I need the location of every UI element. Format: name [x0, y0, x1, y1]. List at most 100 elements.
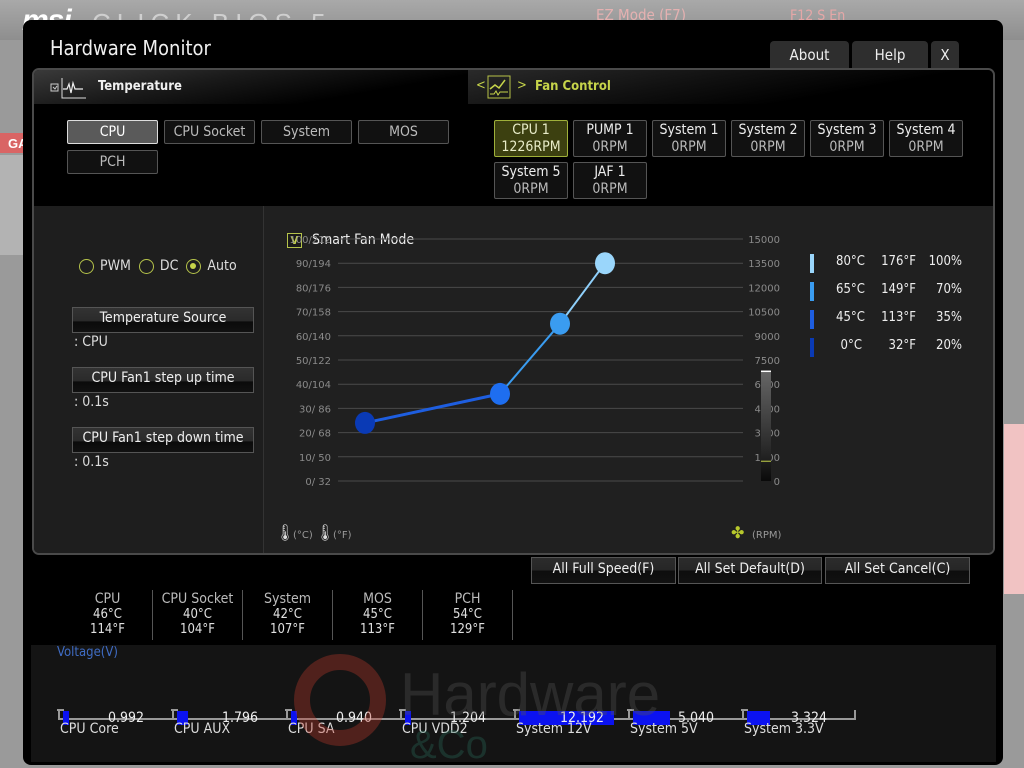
step-down-time-value: : 0.1s — [74, 454, 109, 470]
voltage-name: CPU Core — [60, 721, 119, 737]
window-title: Hardware Monitor — [50, 36, 211, 60]
fan-name: System 3 — [817, 122, 877, 138]
fan-name: System 5 — [501, 164, 561, 180]
all-set-cancel-button[interactable]: All Set Cancel(C) — [825, 557, 970, 584]
temp-source-system[interactable]: System — [261, 120, 352, 144]
fan-curve-chart-area: V Smart Fan Mode 0/ 32010/ 50150020/ 683… — [265, 206, 993, 555]
temp-fahrenheit: 114°F — [90, 622, 125, 637]
temp-celsius: 54°C — [453, 607, 482, 622]
temp-source-cpu-socket[interactable]: CPU Socket — [164, 120, 255, 144]
temp-readout-cpu: CPU 46°C 114°F — [63, 590, 153, 640]
voltage-item: 1.204 CPU VDD2 — [399, 702, 514, 746]
y-tick-label-left: 50/122 — [296, 356, 331, 367]
fan-name: JAF 1 — [594, 164, 626, 180]
temperature-source-button[interactable]: Temperature Source — [72, 307, 254, 333]
fan-button-jaf1[interactable]: JAF 1 0RPM — [573, 162, 647, 199]
fan-rpm: 0RPM — [592, 139, 628, 155]
temp-name: CPU Socket — [161, 591, 234, 607]
y-tick-label-right: 13500 — [748, 259, 780, 270]
legend-fahrenheit: 149°F — [881, 282, 916, 297]
step-down-time-button[interactable]: CPU Fan1 step down time — [72, 427, 254, 453]
fan-button-system5[interactable]: System 5 0RPM — [494, 162, 568, 199]
step-up-time-button[interactable]: CPU Fan1 step up time — [72, 367, 254, 393]
curve-segment — [499, 323, 561, 395]
y-tick-label-left: 30/ 86 — [299, 404, 331, 415]
fan-rpm: 0RPM — [671, 139, 707, 155]
temp-source-mos[interactable]: MOS — [358, 120, 449, 144]
curve-point-handle[interactable] — [355, 411, 375, 434]
fan-button-system2[interactable]: System 2 0RPM — [731, 120, 805, 157]
voltage-item: 1.796 CPU AUX — [171, 702, 286, 746]
legend-fahrenheit: 113°F — [881, 310, 916, 325]
legend-swatch — [810, 282, 814, 301]
fan-button-system4[interactable]: System 4 0RPM — [889, 120, 963, 157]
fan-mode-radio-group: PWM DC Auto — [79, 258, 245, 274]
temp-readout-mos: MOS 45°C 113°F — [333, 590, 423, 640]
y-tick-label-right: 9000 — [755, 332, 780, 343]
legend-celsius: 45°C — [836, 310, 865, 325]
help-button[interactable]: Help — [852, 41, 928, 69]
temp-fahrenheit: 129°F — [450, 622, 485, 637]
y-tick-label-left: 10/ 50 — [299, 453, 331, 464]
temperature-readouts: CPU 46°C 114°F CPU Socket 40°C 104°F System 4… — [63, 590, 513, 640]
voltage-panel: Voltage(V) 0.992 CPU Core 1.796 CPU AUX 0.94… — [31, 645, 996, 762]
all-full-speed-button[interactable]: All Full Speed(F) — [531, 557, 676, 584]
fan-rpm: 0RPM — [513, 181, 549, 197]
fan-button-system3[interactable]: System 3 0RPM — [810, 120, 884, 157]
bios-right-panel — [1004, 424, 1024, 594]
y-tick-label-right: 0 — [774, 477, 780, 488]
voltage-track: 12.192 — [513, 709, 628, 726]
legend-swatch — [810, 254, 814, 273]
fan-rpm: 0RPM — [908, 139, 944, 155]
tab-fan-control-label: Fan Control — [535, 79, 611, 94]
fan-name: System 4 — [896, 122, 956, 138]
rpm-meter — [761, 371, 771, 481]
radio-pwm[interactable] — [79, 258, 94, 274]
tab-temperature[interactable]: Temperature — [34, 70, 334, 104]
curve-point-handle[interactable] — [595, 252, 615, 275]
temp-readout-pch: PCH 54°C 129°F — [423, 590, 513, 640]
all-set-default-button[interactable]: All Set Default(D) — [678, 557, 822, 584]
legend-percent: 70% — [936, 282, 962, 297]
fan-settings-column: PWM DC Auto Temperature Source : CPU CPU… — [34, 206, 264, 553]
about-button[interactable]: About — [770, 41, 849, 69]
temp-celsius: 40°C — [183, 607, 212, 622]
voltage-item: 12.192 System 12V — [513, 702, 628, 746]
y-tick-label-left: 20/ 68 — [299, 429, 331, 440]
fan-tab-prev-icon[interactable]: < — [476, 78, 486, 93]
curve-point-handle[interactable] — [490, 382, 510, 405]
close-button[interactable]: X — [931, 41, 959, 69]
fan-button-cpu1[interactable]: CPU 1 1226RPM — [494, 120, 568, 157]
voltage-track: 5.040 — [627, 709, 742, 726]
voltage-name: System 12V — [516, 721, 592, 737]
fan-button-pump1[interactable]: PUMP 1 0RPM — [573, 120, 647, 157]
temp-source-pch[interactable]: PCH — [67, 150, 158, 174]
fan-button-system1[interactable]: System 1 0RPM — [652, 120, 726, 157]
fan-name: System 2 — [738, 122, 798, 138]
hardware-monitor-dialog: Hardware Monitor About Help X Temperatur… — [23, 20, 1003, 765]
voltage-name: System 5V — [630, 721, 698, 737]
tab-fan-control[interactable]: < > Fan Control — [468, 70, 988, 104]
voltage-name: CPU AUX — [174, 721, 231, 737]
temp-celsius: 42°C — [273, 607, 302, 622]
radio-auto-label: Auto — [207, 258, 237, 274]
fan-icon: ✤ — [731, 523, 744, 542]
radio-pwm-label: PWM — [100, 258, 131, 274]
fan-rpm: 0RPM — [829, 139, 865, 155]
temp-fahrenheit: 104°F — [180, 622, 215, 637]
radio-auto[interactable] — [186, 258, 202, 274]
y-tick-label-left: 80/176 — [296, 283, 331, 294]
curve-point-handle[interactable] — [550, 312, 570, 335]
voltage-track: 1.796 — [171, 709, 286, 726]
y-tick-label-left: 70/158 — [296, 308, 331, 319]
temp-name: CPU — [94, 591, 121, 607]
temp-source-cpu[interactable]: CPU — [67, 120, 158, 144]
fan-curve-chart[interactable]: 0/ 32010/ 50150020/ 68300030/ 86450040/1… — [265, 236, 805, 555]
radio-dc[interactable] — [138, 258, 154, 274]
legend-percent: 20% — [936, 338, 962, 353]
voltage-track: 0.940 — [285, 709, 400, 726]
y-tick-label-left: 60/140 — [296, 332, 331, 343]
fan-tab-next-icon[interactable]: > — [517, 78, 527, 93]
unit-celsius-label: (°C) — [293, 530, 313, 541]
voltage-item: 3.324 System 3.3V — [741, 702, 856, 746]
